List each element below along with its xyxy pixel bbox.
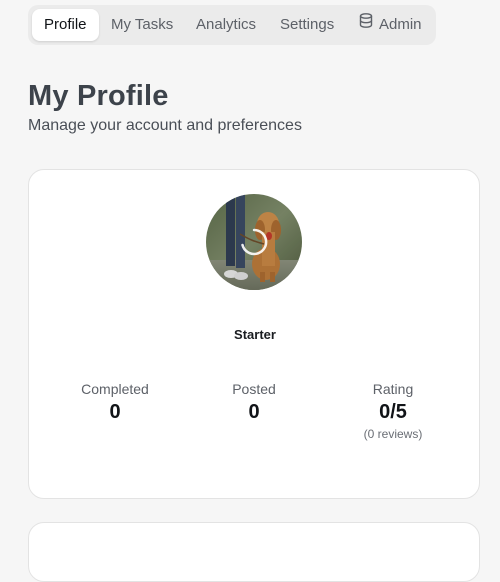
stat-completed-label: Completed xyxy=(81,381,149,397)
page-title: My Profile xyxy=(28,80,169,112)
avatar-photo xyxy=(206,194,302,290)
stat-posted: Posted 0 xyxy=(179,380,329,425)
tab-profile[interactable]: Profile xyxy=(32,9,99,41)
tier-badge: Starter xyxy=(234,327,276,342)
stat-rating: Rating 0/5 (0 reviews) xyxy=(318,380,468,442)
stat-posted-label: Posted xyxy=(232,381,276,397)
tab-settings[interactable]: Settings xyxy=(280,9,334,41)
secondary-card xyxy=(28,522,480,582)
main-tab-bar: Profile My Tasks Analytics Settings Admi… xyxy=(28,5,436,45)
stat-rating-reviews: (0 reviews) xyxy=(363,427,423,441)
page-subtitle: Manage your account and preferences xyxy=(28,117,302,134)
stat-completed: Completed 0 xyxy=(40,380,190,425)
stat-completed-value: 0 xyxy=(109,401,121,423)
tab-analytics-label: Analytics xyxy=(196,16,257,33)
tab-admin-label: Admin xyxy=(379,16,422,33)
tab-admin[interactable]: Admin xyxy=(359,9,422,41)
tab-settings-label: Settings xyxy=(280,16,335,33)
tab-profile-label: Profile xyxy=(44,16,87,33)
tab-my-tasks-label: My Tasks xyxy=(111,16,174,33)
tab-my-tasks[interactable]: My Tasks xyxy=(111,9,173,41)
stat-posted-value: 0 xyxy=(248,401,260,423)
tab-analytics[interactable]: Analytics xyxy=(196,9,256,41)
database-icon xyxy=(359,8,373,40)
profile-card: Starter Completed 0 Posted 0 Rating 0/5 … xyxy=(28,169,480,499)
stat-rating-label: Rating xyxy=(372,381,414,397)
avatar[interactable] xyxy=(206,194,302,290)
stat-rating-value: 0/5 xyxy=(379,401,407,423)
